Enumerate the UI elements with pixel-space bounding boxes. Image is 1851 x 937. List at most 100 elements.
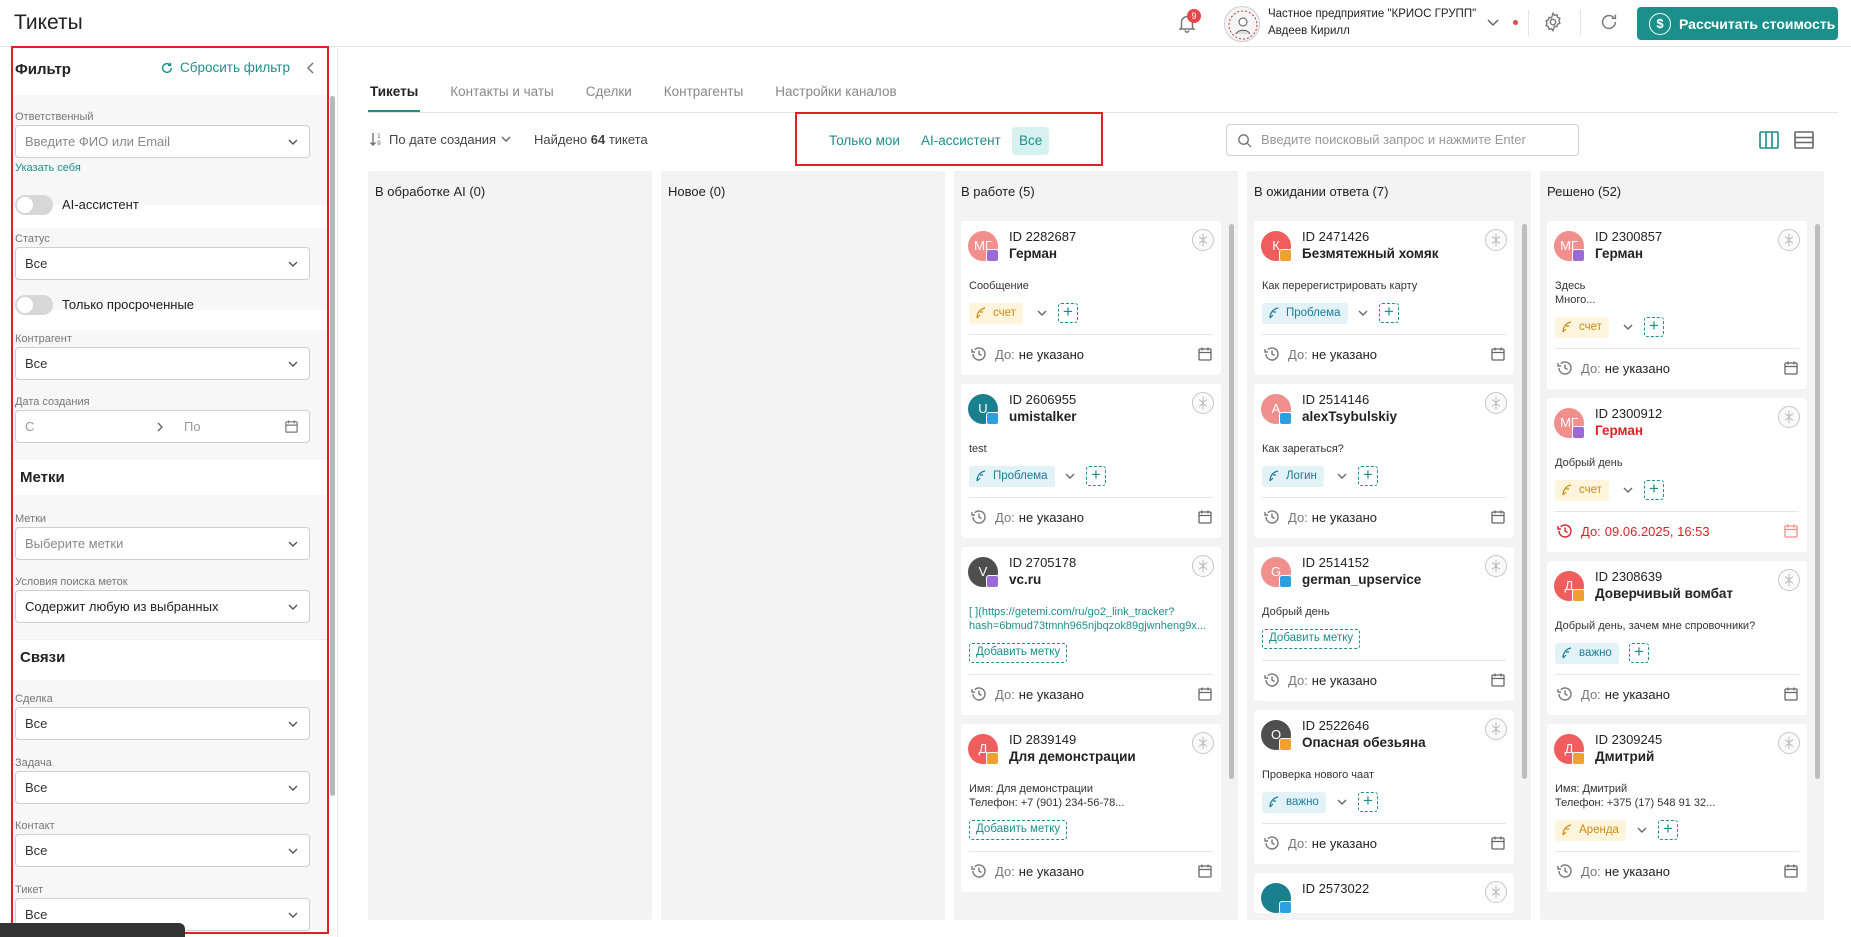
tab-counterparties[interactable]: Контрагенты xyxy=(662,82,746,112)
calendar-icon[interactable] xyxy=(1197,863,1213,879)
counterparty-select[interactable]: Все xyxy=(15,347,310,380)
calendar-icon[interactable] xyxy=(1783,686,1799,702)
ticket-card[interactable]: U ID 2606955 umistalker test Проблема + До: не … xyxy=(961,384,1221,538)
status-select[interactable]: Все xyxy=(15,247,310,280)
ticket-card[interactable]: МГ ID 2282687 Герман Сообщение счет + До: не ук… xyxy=(961,221,1221,375)
ai-assistant-icon[interactable] xyxy=(1778,406,1800,428)
column-scrollbar[interactable] xyxy=(1229,224,1234,779)
tags-select[interactable]: Выберите метки xyxy=(15,527,310,560)
task-select[interactable]: Все xyxy=(15,771,310,804)
ticket-tag[interactable]: счет xyxy=(1555,480,1609,501)
ticket-card[interactable]: Д ID 2309245 Дмитрий Имя: Дмитрий Телефон: +… xyxy=(1547,724,1807,892)
tab-deals[interactable]: Сделки xyxy=(584,82,634,112)
column-scrollbar[interactable] xyxy=(1815,224,1820,779)
chevron-down-icon[interactable] xyxy=(1636,824,1648,836)
ticket-tag[interactable]: важно xyxy=(1555,643,1619,664)
ai-assistant-icon[interactable] xyxy=(1778,229,1800,251)
add-tag-button[interactable]: + xyxy=(1058,303,1078,323)
collapse-sidebar-icon[interactable] xyxy=(304,61,318,75)
ai-assistant-icon[interactable] xyxy=(1192,732,1214,754)
ai-assistant-icon[interactable] xyxy=(1485,229,1507,251)
chevron-down-icon[interactable] xyxy=(1064,470,1076,482)
tab-channel-settings[interactable]: Настройки каналов xyxy=(773,82,898,112)
quick-filter-all[interactable]: Все xyxy=(1012,127,1050,155)
due-date[interactable]: До: не указано xyxy=(969,507,1084,527)
ticket-card[interactable]: МГ ID 2300912 Герман Добрый день счет + До: 09.… xyxy=(1547,398,1807,552)
chevron-down-icon[interactable] xyxy=(1336,796,1348,808)
quick-filter-ai[interactable]: AI-ассистент xyxy=(921,127,1001,155)
ai-assistant-icon[interactable] xyxy=(1778,732,1800,754)
due-date[interactable]: До: не указано xyxy=(969,684,1084,704)
add-tag-button[interactable]: + xyxy=(1358,466,1378,486)
calendar-icon[interactable] xyxy=(284,419,299,434)
chevron-down-icon[interactable] xyxy=(1336,470,1348,482)
calendar-icon[interactable] xyxy=(1197,686,1213,702)
calculate-cost-button[interactable]: $ Рассчитать стоимость xyxy=(1637,7,1838,40)
ticket-tag[interactable]: Проблема xyxy=(969,466,1055,487)
ticket-tag[interactable]: Аренда xyxy=(1555,820,1626,841)
ai-assistant-icon[interactable] xyxy=(1485,718,1507,740)
quick-filter-mine[interactable]: Только мои xyxy=(829,127,900,155)
sort-dropdown[interactable]: 19 По дате создания xyxy=(369,131,512,147)
ticket-tag[interactable]: Проблема xyxy=(1262,303,1348,324)
sidebar-scrollbar[interactable] xyxy=(330,96,335,796)
due-date[interactable]: До: не указано xyxy=(1555,861,1670,881)
ticket-card[interactable]: G ID 2514152 german_upservice Добрый день До… xyxy=(1254,547,1514,701)
chevron-down-icon[interactable] xyxy=(1622,321,1634,333)
company-info[interactable]: Частное предприятие "КРИОС ГРУПП" Авдеев… xyxy=(1268,6,1476,40)
deal-select[interactable]: Все xyxy=(15,707,310,740)
chevron-down-icon[interactable] xyxy=(1485,14,1501,30)
ticket-card[interactable]: О ID 2522646 Опасная обезьяна Проверка ново… xyxy=(1254,710,1514,864)
tab-contacts-chats[interactable]: Контакты и чаты xyxy=(448,82,556,112)
due-date[interactable]: До: не указано xyxy=(1262,507,1377,527)
ticket-card[interactable]: МГ ID 2300857 Герман Здесь Много... счет + До: н… xyxy=(1547,221,1807,389)
add-tag-button[interactable]: + xyxy=(1658,820,1678,840)
calendar-icon[interactable] xyxy=(1197,509,1213,525)
created-date-range[interactable]: С По xyxy=(15,410,310,443)
responsible-select[interactable]: Введите ФИО или Email xyxy=(15,125,310,158)
ai-assistant-icon[interactable] xyxy=(1485,881,1507,903)
ticket-tag[interactable]: Логин xyxy=(1262,466,1324,487)
company-avatar[interactable] xyxy=(1224,6,1260,42)
ticket-card[interactable]: К ID 2471426 Безмятежный хомяк Как перереги… xyxy=(1254,221,1514,375)
add-tag-button[interactable]: Добавить метку xyxy=(969,820,1068,840)
calendar-icon[interactable] xyxy=(1783,523,1799,539)
ticket-card[interactable]: ID 2573022 xyxy=(1254,873,1514,914)
calendar-icon[interactable] xyxy=(1197,346,1213,362)
due-date[interactable]: До: не указано xyxy=(1262,670,1377,690)
ai-assistant-icon[interactable] xyxy=(1778,569,1800,591)
ai-assistant-toggle[interactable] xyxy=(15,195,53,215)
ticket-card[interactable]: A ID 2514146 alexTsybulskiy Как зарегаться?… xyxy=(1254,384,1514,538)
calendar-icon[interactable] xyxy=(1783,863,1799,879)
date-to-input[interactable]: По xyxy=(184,419,201,434)
overdue-toggle[interactable] xyxy=(15,295,53,315)
ai-assistant-icon[interactable] xyxy=(1485,555,1507,577)
due-date[interactable]: До: не указано xyxy=(969,861,1084,881)
add-tag-button[interactable]: + xyxy=(1629,643,1649,663)
calendar-icon[interactable] xyxy=(1490,509,1506,525)
column-scrollbar[interactable] xyxy=(1522,224,1527,779)
kanban-view-icon[interactable] xyxy=(1758,129,1780,151)
due-date[interactable]: До: не указано xyxy=(969,344,1084,364)
tag-condition-select[interactable]: Содержит любую из выбранных xyxy=(15,590,310,623)
ai-assistant-icon[interactable] xyxy=(1192,555,1214,577)
add-tag-button[interactable]: + xyxy=(1086,466,1106,486)
chevron-down-icon[interactable] xyxy=(1622,484,1634,496)
ticket-tag[interactable]: счет xyxy=(1555,317,1609,338)
tab-tickets[interactable]: Тикеты xyxy=(368,82,421,112)
ticket-card[interactable]: Д ID 2308639 Доверчивый вомбат Добрый день,… xyxy=(1547,561,1807,715)
due-date[interactable]: До: не указано xyxy=(1555,684,1670,704)
assign-self-link[interactable]: Указать себя xyxy=(15,162,81,174)
add-tag-button[interactable]: + xyxy=(1644,317,1664,337)
due-date[interactable]: До: не указано xyxy=(1262,833,1377,853)
gear-icon[interactable] xyxy=(1542,11,1564,33)
calendar-icon[interactable] xyxy=(1490,672,1506,688)
calendar-icon[interactable] xyxy=(1490,346,1506,362)
add-tag-button[interactable]: Добавить метку xyxy=(1262,629,1361,649)
search-input[interactable]: Введите поисковый запрос и нажмите Enter xyxy=(1226,124,1579,156)
add-tag-button[interactable]: + xyxy=(1379,303,1399,323)
ticket-card[interactable]: Д ID 2839149 Для демонстрации Имя: Для демо… xyxy=(961,724,1221,892)
chevron-down-icon[interactable] xyxy=(1357,307,1369,319)
add-tag-button[interactable]: Добавить метку xyxy=(969,643,1068,663)
ai-assistant-icon[interactable] xyxy=(1192,229,1214,251)
